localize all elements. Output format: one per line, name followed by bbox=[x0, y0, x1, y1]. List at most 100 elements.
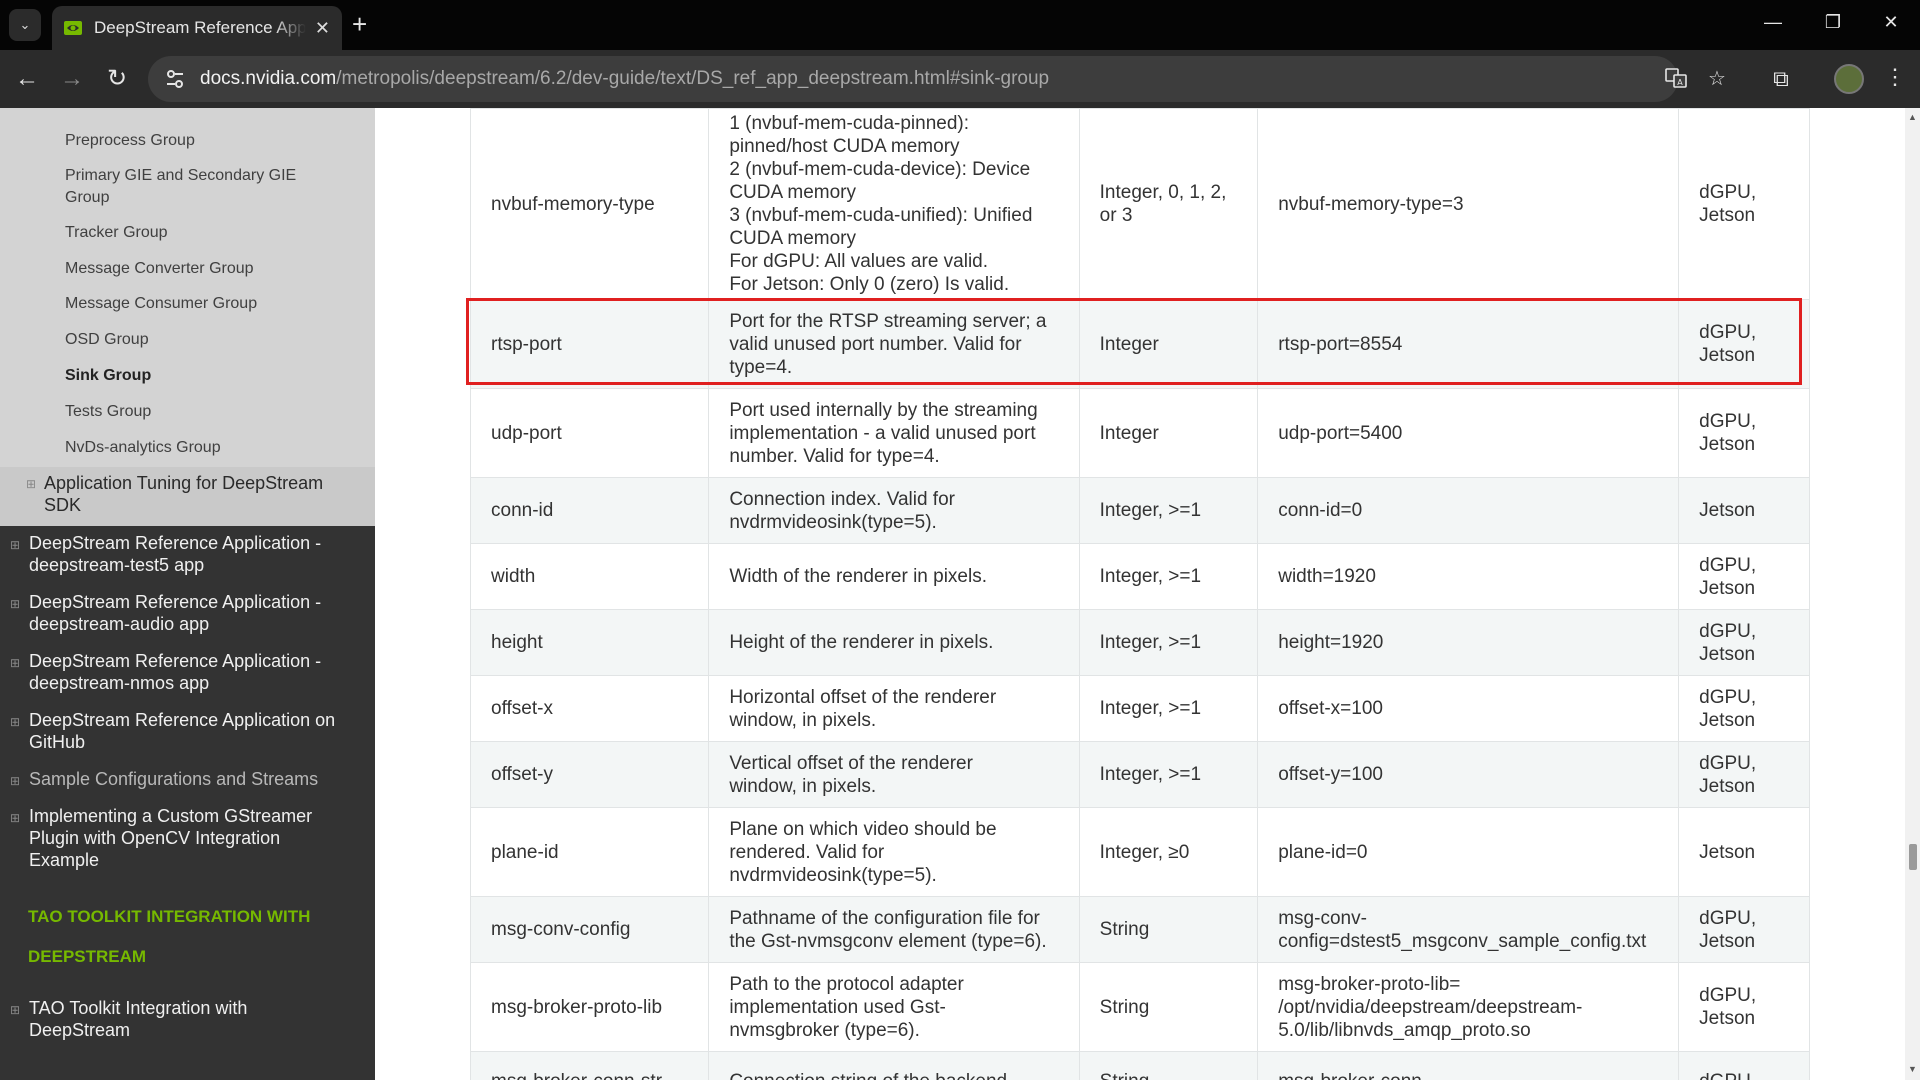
param-platform-line: dGPU, bbox=[1699, 620, 1757, 642]
param-type-line: Integer, >=1 bbox=[1099, 500, 1202, 521]
expand-icon[interactable]: ⊞ bbox=[10, 811, 20, 825]
expand-icon[interactable]: ⊞ bbox=[10, 1003, 20, 1017]
sidebar-item-custom-gstreamer-plugin[interactable]: Implementing a Custom GStreamer Plugin w… bbox=[29, 805, 329, 871]
param-name-cell: rtsp-port bbox=[469, 299, 710, 389]
scroll-up-icon[interactable]: ▲ bbox=[1908, 112, 1917, 122]
scrollbar-thumb[interactable] bbox=[1909, 844, 1917, 870]
param-platform-line: dGPU, bbox=[1699, 752, 1757, 774]
profile-avatar[interactable] bbox=[1834, 64, 1864, 94]
expand-icon[interactable]: ⊞ bbox=[26, 477, 36, 491]
sidebar-item-message-converter-group[interactable]: Message Converter Group bbox=[65, 258, 305, 280]
url-path: /metropolis/deepstream/6.2/dev-guide/tex… bbox=[336, 68, 1050, 89]
translate-icon[interactable]: A bbox=[1664, 66, 1688, 90]
param-description-cell: Connection string of the backend bbox=[708, 1051, 1080, 1080]
param-platform-line: dGPU, bbox=[1699, 907, 1757, 929]
sidebar-item-message-consumer-group[interactable]: Message Consumer Group bbox=[65, 293, 305, 315]
sidebar-item-test5-app[interactable]: DeepStream Reference Application - deeps… bbox=[29, 532, 349, 576]
expand-icon[interactable]: ⊞ bbox=[10, 774, 20, 788]
param-name-cell: msg-broker-conn-str bbox=[469, 1051, 710, 1080]
param-description-line: valid unused port number. Valid for bbox=[729, 333, 1022, 355]
sidebar-item-nmos-app[interactable]: DeepStream Reference Application - deeps… bbox=[29, 650, 349, 694]
param-description-line: Height of the renderer in pixels. bbox=[729, 632, 994, 653]
table-row: offset-y Vertical offset of the renderer w… bbox=[469, 741, 1810, 808]
sidebar-item-osd-group[interactable]: OSD Group bbox=[65, 329, 305, 351]
extensions-icon[interactable]: ⧉ bbox=[1766, 64, 1796, 94]
expand-icon[interactable]: ⊞ bbox=[10, 538, 20, 552]
param-name: offset-x bbox=[491, 698, 553, 719]
expand-icon[interactable]: ⊞ bbox=[10, 656, 20, 670]
reload-icon[interactable]: ↻ bbox=[102, 64, 132, 94]
scroll-down-icon[interactable]: ▼ bbox=[1908, 1064, 1917, 1074]
page-scrollbar[interactable]: ▲ ▼ bbox=[1905, 108, 1920, 1080]
param-type-cell: Integer, 0, 1, 2, or 3 bbox=[1078, 108, 1259, 300]
back-icon[interactable]: ← bbox=[12, 64, 42, 94]
active-tab[interactable]: DeepStream Reference Application - deeps… bbox=[52, 6, 342, 50]
param-type-cell: Integer bbox=[1078, 299, 1259, 389]
param-type-line: Integer, >=1 bbox=[1099, 698, 1202, 719]
param-example-line: conn-id=0 bbox=[1278, 500, 1363, 521]
param-example-cell: msg-broker-conn- bbox=[1257, 1051, 1680, 1080]
sidebar-item-audio-app[interactable]: DeepStream Reference Application - deeps… bbox=[29, 591, 349, 635]
param-type-cell: Integer bbox=[1078, 388, 1259, 478]
param-type-line: Integer bbox=[1099, 333, 1159, 355]
forward-icon[interactable]: → bbox=[57, 64, 87, 94]
param-type-cell: String bbox=[1078, 896, 1259, 963]
param-example-line: plane-id=0 bbox=[1278, 841, 1368, 863]
table-row: rtsp-port Port for the RTSP streaming ser… bbox=[469, 299, 1810, 389]
param-platform-cell: dGPU, Jetson bbox=[1678, 543, 1810, 610]
param-name-cell: msg-broker-proto-lib bbox=[469, 962, 710, 1052]
param-example-line: rtsp-port=8554 bbox=[1278, 333, 1403, 355]
sidebar-item-preprocess-group[interactable]: Preprocess Group bbox=[65, 130, 305, 152]
param-platform-line: Jetson bbox=[1699, 205, 1756, 226]
address-bar[interactable]: docs.nvidia.com/metropolis/deepstream/6.… bbox=[148, 56, 1726, 102]
param-description-cell: Vertical offset of the renderer window, i… bbox=[708, 741, 1080, 808]
param-description-line: implementation - a valid unused port bbox=[729, 422, 1036, 444]
param-type-cell: Integer, ≥0 bbox=[1078, 807, 1259, 897]
param-type-cell: Integer, >=1 bbox=[1078, 609, 1259, 676]
new-tab-icon[interactable]: + bbox=[352, 10, 367, 38]
sidebar-item-application-tuning[interactable]: Application Tuning for DeepStream SDK bbox=[44, 472, 344, 516]
sidebar-item-sample-configurations[interactable]: Sample Configurations and Streams bbox=[29, 768, 349, 790]
tab-close-icon[interactable]: ✕ bbox=[315, 18, 330, 38]
param-type-line: Integer, >=1 bbox=[1099, 764, 1202, 785]
param-type-line: Integer, >=1 bbox=[1099, 632, 1202, 653]
sidebar-item-nvds-analytics-group[interactable]: NvDs-analytics Group bbox=[65, 437, 305, 459]
param-name: conn-id bbox=[491, 500, 554, 521]
param-platform-line: Jetson bbox=[1699, 775, 1756, 797]
param-description-line: Port used internally by the streaming bbox=[729, 399, 1038, 421]
param-name: offset-y bbox=[491, 764, 553, 785]
sidebar-item-gie-group[interactable]: Primary GIE and Secondary GIE Group bbox=[65, 165, 305, 209]
restore-icon[interactable]: ❐ bbox=[1818, 12, 1848, 33]
minimize-icon[interactable]: — bbox=[1758, 12, 1788, 33]
param-description-line: 3 (nvbuf-mem-cuda-unified): Unified bbox=[729, 205, 1033, 226]
param-platform-cell: dGPU, Jetson bbox=[1678, 741, 1810, 808]
param-type-cell: Integer, >=1 bbox=[1078, 741, 1259, 808]
param-description-line: CUDA memory bbox=[729, 228, 856, 249]
param-description-line: nvdrmvideosink(type=5). bbox=[729, 511, 937, 533]
tab-title: DeepStream Reference Application - deeps… bbox=[94, 18, 306, 37]
sidebar-item-sink-group[interactable]: Sink Group bbox=[65, 365, 305, 387]
expand-icon[interactable]: ⊞ bbox=[10, 597, 20, 611]
param-description-line: number. Valid for type=4. bbox=[729, 445, 940, 467]
param-description-cell: Pathname of the configuration file for th… bbox=[708, 896, 1080, 963]
sidebar-item-tracker-group[interactable]: Tracker Group bbox=[65, 222, 305, 244]
param-name: msg-conv-config bbox=[491, 919, 631, 940]
site-info-icon[interactable] bbox=[162, 66, 188, 92]
expand-icon[interactable]: ⊞ bbox=[10, 715, 20, 729]
param-description-line: Path to the protocol adapter bbox=[729, 973, 964, 995]
param-platform-cell: dGPU, bbox=[1678, 1051, 1810, 1080]
param-type-line: String bbox=[1100, 1070, 1238, 1080]
param-example-line: nvbuf-memory-type=3 bbox=[1278, 193, 1464, 215]
param-name-cell: width bbox=[469, 543, 710, 610]
tab-search-dropdown-icon[interactable]: ⌄ bbox=[9, 9, 41, 41]
bookmark-star-icon[interactable]: ☆ bbox=[1708, 66, 1726, 91]
param-example-cell: udp-port=5400 bbox=[1257, 388, 1680, 478]
sidebar-item-github[interactable]: DeepStream Reference Application on GitH… bbox=[29, 709, 349, 753]
browser-menu-icon[interactable]: ⋮ bbox=[1884, 64, 1906, 90]
window-close-icon[interactable]: ✕ bbox=[1876, 12, 1906, 33]
sidebar-item-tao-toolkit[interactable]: TAO Toolkit Integration with DeepStream bbox=[29, 997, 309, 1041]
param-description-line: window, in pixels. bbox=[729, 775, 877, 797]
sidebar-item-tests-group[interactable]: Tests Group bbox=[65, 401, 305, 423]
table-row: msg-conv-config Pathname of the configura… bbox=[469, 896, 1810, 963]
param-type-line: Integer, ≥0 bbox=[1099, 841, 1190, 863]
